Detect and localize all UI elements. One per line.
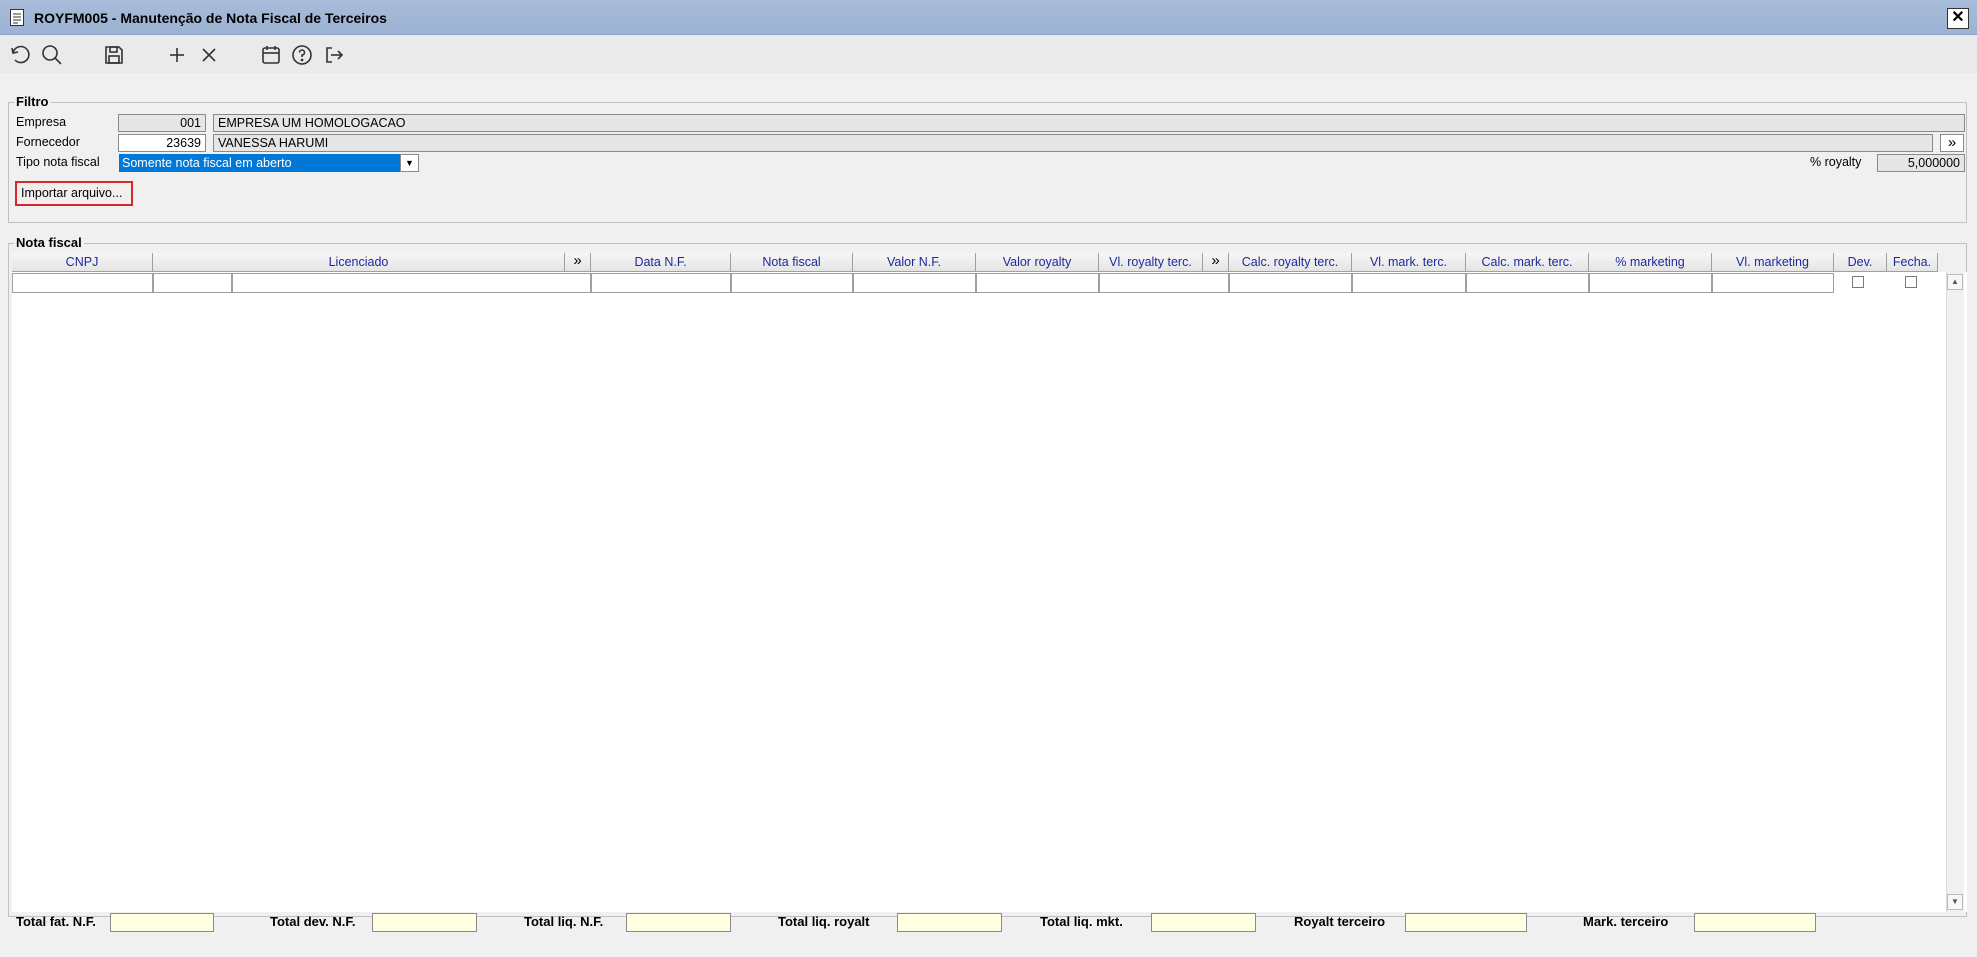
grid-body bbox=[12, 272, 1967, 912]
col-licenciado[interactable]: Licenciado bbox=[153, 253, 565, 272]
cell-valor-nf[interactable] bbox=[853, 273, 976, 293]
fecha-checkbox[interactable] bbox=[1905, 276, 1917, 288]
fornecedor-label: Fornecedor bbox=[16, 135, 80, 149]
fornecedor-expand-button[interactable]: » bbox=[1940, 134, 1964, 152]
tipo-nota-fiscal-label: Tipo nota fiscal bbox=[16, 155, 100, 169]
fornecedor-name-field: VANESSA HARUMI bbox=[213, 134, 1933, 152]
total-dev-nf-label: Total dev. N.F. bbox=[270, 914, 356, 929]
vertical-scrollbar[interactable]: ▲ ▼ bbox=[1946, 272, 1964, 912]
total-liq-royalt-label: Total liq. royalt bbox=[778, 914, 870, 929]
cell-vl-royalty-terc[interactable] bbox=[1099, 273, 1229, 293]
total-fat-nf-field bbox=[110, 913, 214, 932]
cell-cnpj[interactable] bbox=[12, 273, 153, 293]
royalt-terceiro-label: Royalt terceiro bbox=[1294, 914, 1386, 929]
col-vl-royalty-terc[interactable]: Vl. royalty terc. bbox=[1099, 253, 1203, 272]
refresh-icon[interactable] bbox=[8, 43, 32, 67]
col-data-nf[interactable]: Data N.F. bbox=[591, 253, 731, 272]
col-pct-marketing[interactable]: % marketing bbox=[1589, 253, 1712, 272]
cell-valor-royalty[interactable] bbox=[976, 273, 1099, 293]
total-liq-mkt-field bbox=[1151, 913, 1256, 932]
mark-terceiro-field bbox=[1694, 913, 1816, 932]
total-dev-nf-field bbox=[372, 913, 477, 932]
filtro-legend: Filtro bbox=[14, 94, 51, 109]
col-valor-royalty[interactable]: Valor royalty bbox=[976, 253, 1099, 272]
chevron-down-icon[interactable]: ▼ bbox=[400, 154, 419, 172]
fornecedor-code-input[interactable]: 23639 bbox=[118, 134, 206, 152]
document-icon bbox=[10, 9, 24, 26]
total-liq-nf-field bbox=[626, 913, 731, 932]
cell-licenciado-code[interactable] bbox=[153, 273, 232, 293]
col-calc-royalty-terc[interactable]: Calc. royalty terc. bbox=[1229, 253, 1352, 272]
cell-licenciado-name[interactable] bbox=[232, 273, 591, 293]
nota-fiscal-legend: Nota fiscal bbox=[14, 235, 84, 250]
royalty-label: % royalty bbox=[1810, 155, 1862, 169]
delete-icon[interactable] bbox=[197, 43, 221, 67]
col-dev[interactable]: Dev. bbox=[1834, 253, 1887, 272]
col-cnpj[interactable]: CNPJ bbox=[12, 253, 153, 272]
window-title: ROYFM005 - Manutenção de Nota Fiscal de … bbox=[34, 10, 387, 26]
col-valor-nf[interactable]: Valor N.F. bbox=[853, 253, 976, 272]
col-calc-mark-terc[interactable]: Calc. mark. terc. bbox=[1466, 253, 1589, 272]
cell-vl-mark-terc[interactable] bbox=[1352, 273, 1466, 293]
title-bar: ROYFM005 - Manutenção de Nota Fiscal de … bbox=[0, 0, 1977, 35]
col-fecha[interactable]: Fecha. bbox=[1887, 253, 1938, 272]
total-liq-royalt-field bbox=[897, 913, 1002, 932]
calendar-icon[interactable] bbox=[259, 43, 283, 67]
empresa-code-field: 001 bbox=[118, 114, 206, 132]
total-fat-nf-label: Total fat. N.F. bbox=[16, 914, 96, 929]
col-nota-fiscal[interactable]: Nota fiscal bbox=[731, 253, 853, 272]
total-liq-mkt-label: Total liq. mkt. bbox=[1040, 914, 1123, 929]
cell-calc-royalty-terc[interactable] bbox=[1229, 273, 1352, 293]
total-liq-nf-label: Total liq. N.F. bbox=[524, 914, 604, 929]
add-icon[interactable] bbox=[165, 43, 189, 67]
import-file-button[interactable]: Importar arquivo... bbox=[15, 181, 133, 206]
cell-nota-fiscal[interactable] bbox=[731, 273, 853, 293]
scroll-down-icon[interactable]: ▼ bbox=[1947, 894, 1963, 910]
cell-data-nf[interactable] bbox=[591, 273, 731, 293]
col-vl-marketing[interactable]: Vl. marketing bbox=[1712, 253, 1834, 272]
search-icon[interactable] bbox=[40, 43, 64, 67]
royalt-terceiro-field bbox=[1405, 913, 1527, 932]
mark-terceiro-label: Mark. terceiro bbox=[1583, 914, 1669, 929]
scroll-up-icon[interactable]: ▲ bbox=[1947, 274, 1963, 290]
royalty-field: 5,000000 bbox=[1877, 154, 1965, 172]
cell-calc-mark-terc[interactable] bbox=[1466, 273, 1589, 293]
help-icon[interactable] bbox=[290, 43, 314, 67]
save-icon[interactable] bbox=[102, 43, 126, 67]
exit-icon[interactable] bbox=[322, 43, 346, 67]
empresa-label: Empresa bbox=[16, 115, 67, 129]
tipo-nota-fiscal-select[interactable]: Somente nota fiscal em aberto bbox=[119, 154, 400, 172]
toolbar bbox=[0, 35, 1977, 73]
dev-checkbox[interactable] bbox=[1852, 276, 1864, 288]
empresa-name-field: EMPRESA UM HOMOLOGACAO bbox=[213, 114, 1965, 132]
cell-vl-marketing[interactable] bbox=[1712, 273, 1834, 293]
cell-pct-marketing[interactable] bbox=[1589, 273, 1712, 293]
col-vl-mark-terc[interactable]: Vl. mark. terc. bbox=[1352, 253, 1466, 272]
royalty-expand-button[interactable]: » bbox=[1203, 253, 1229, 272]
licenciado-expand-button[interactable]: » bbox=[565, 253, 591, 272]
close-button[interactable]: ✕ bbox=[1947, 8, 1969, 29]
